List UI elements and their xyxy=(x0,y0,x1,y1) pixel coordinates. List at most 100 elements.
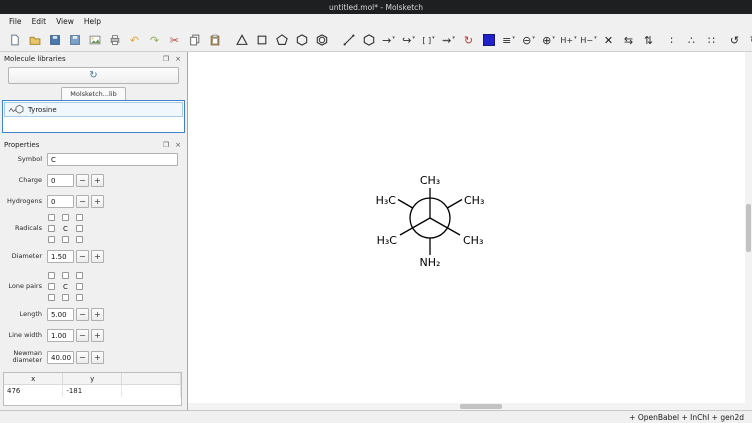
copy[interactable] xyxy=(186,32,203,49)
diameter-decrement-button[interactable]: − xyxy=(76,250,89,263)
atom-label-top[interactable]: CH₃ xyxy=(420,174,440,187)
lone-pairs-checkbox-sw[interactable] xyxy=(48,294,55,301)
lone-pairs-checkbox-nw[interactable] xyxy=(48,272,55,279)
charge-increment-button[interactable]: + xyxy=(91,174,104,187)
redo[interactable]: ↷ xyxy=(146,32,163,49)
molecule-library-list[interactable]: Tyrosine xyxy=(2,100,185,133)
lone-pair-tool[interactable]: ∶ xyxy=(663,32,680,49)
lone-pairs-checkbox-w[interactable] xyxy=(48,283,55,290)
coords-cell[interactable] xyxy=(122,385,181,398)
lone-pairs-checkbox-s[interactable] xyxy=(62,294,69,301)
atom-label-upper-left[interactable]: H₃C xyxy=(376,194,397,207)
length-decrement-button[interactable]: − xyxy=(76,308,89,321)
length-increment-button[interactable]: + xyxy=(91,308,104,321)
reaction-arrow-tool[interactable]: →▾ xyxy=(380,32,397,49)
radicals-checkbox-s[interactable] xyxy=(62,236,69,243)
save[interactable] xyxy=(46,32,63,49)
open-file[interactable] xyxy=(26,32,43,49)
atom-label-lower-right[interactable]: CH₃ xyxy=(463,234,483,247)
increase-charge[interactable]: ⊕▾ xyxy=(540,32,557,49)
line-width-increment-button[interactable]: + xyxy=(91,329,104,342)
library-tab[interactable]: Molsketch...lib xyxy=(61,87,126,100)
coords-cell[interactable]: -181 xyxy=(63,385,122,398)
undo[interactable]: ↶ xyxy=(126,32,143,49)
close-icon[interactable]: × xyxy=(173,140,183,150)
line-width-decrement-button[interactable]: − xyxy=(76,329,89,342)
cyclopentane-ring[interactable] xyxy=(273,32,290,49)
electron-pair-tool[interactable]: ∷ xyxy=(703,32,720,49)
cyclopropane-ring[interactable] xyxy=(233,32,250,49)
symbol-input[interactable] xyxy=(47,153,178,166)
horizontal-scrollbar-thumb[interactable] xyxy=(460,404,502,409)
coords-cell[interactable]: 476 xyxy=(4,385,63,398)
menu-help[interactable]: Help xyxy=(79,16,106,27)
color-picker[interactable] xyxy=(480,32,497,49)
radicals-checkbox-w[interactable] xyxy=(48,225,55,232)
lone-pairs-checkbox-n[interactable] xyxy=(62,272,69,279)
refresh-library-button[interactable]: ↻ xyxy=(8,67,179,84)
charge-value[interactable]: 0 xyxy=(47,174,74,187)
line-width-value[interactable]: 1.00 xyxy=(47,329,74,342)
newman-projection-molecule[interactable]: CH₃ H₃C CH₃ H₃C CH₃ NH₂ xyxy=(368,170,492,272)
radicals-checkbox-ne[interactable] xyxy=(76,214,83,221)
add-hydrogen[interactable]: H+▾ xyxy=(560,32,577,49)
rotate-counterclockwise[interactable]: ↺ xyxy=(726,32,743,49)
mechanism-arrow-tool[interactable]: ⇝▾ xyxy=(440,32,457,49)
reaction-cycle-tool[interactable]: ↻ xyxy=(460,32,477,49)
vertical-scrollbar-thumb[interactable] xyxy=(746,204,751,252)
radicals-checkbox-sw[interactable] xyxy=(48,236,55,243)
menu-view[interactable]: View xyxy=(51,16,79,27)
menu-edit[interactable]: Edit xyxy=(27,16,52,27)
atom-label-upper-right[interactable]: CH₃ xyxy=(464,194,484,207)
flip-vertical[interactable]: ⇅ xyxy=(640,32,657,49)
cyclohexane-ring[interactable] xyxy=(293,32,310,49)
radicals-checkbox-nw[interactable] xyxy=(48,214,55,221)
cyclobutane-ring[interactable] xyxy=(253,32,270,49)
remove-hydrogen[interactable]: H−▾ xyxy=(580,32,597,49)
radicals-checkbox-n[interactable] xyxy=(62,214,69,221)
lone-pairs-checkbox-se[interactable] xyxy=(76,294,83,301)
print[interactable] xyxy=(106,32,123,49)
newman-diameter-increment-button[interactable]: + xyxy=(91,351,104,364)
curved-arrow-tool[interactable]: ↪▾ xyxy=(400,32,417,49)
lone-pairs-checkbox-ne[interactable] xyxy=(76,272,83,279)
title-bar[interactable]: untitled.mol* - Molsketch xyxy=(0,0,752,14)
float-icon[interactable]: ❐ xyxy=(161,140,171,150)
decrease-charge[interactable]: ⊖▾ xyxy=(520,32,537,49)
benzene-ring[interactable] xyxy=(313,32,330,49)
hydrogens-decrement-button[interactable]: − xyxy=(76,195,89,208)
newman-diameter-value[interactable]: 40.00 xyxy=(47,351,74,364)
drawing-canvas[interactable]: CH₃ H₃C CH₃ H₃C CH₃ NH₂ xyxy=(188,52,752,410)
library-item-tyrosine[interactable]: Tyrosine xyxy=(4,102,183,117)
charge-decrement-button[interactable]: − xyxy=(76,174,89,187)
ring-tool[interactable] xyxy=(360,32,377,49)
delete-tool[interactable]: ✕ xyxy=(600,32,617,49)
bracket-frame-tool[interactable]: [ ]▾ xyxy=(420,32,437,49)
radicals-checkbox-se[interactable] xyxy=(76,236,83,243)
bond-type-tool[interactable]: ≡▾ xyxy=(500,32,517,49)
atom-label-lower-left[interactable]: H₃C xyxy=(377,234,398,247)
canvas-vertical-scrollbar[interactable] xyxy=(745,52,752,410)
newman-diameter-decrement-button[interactable]: − xyxy=(76,351,89,364)
diameter-increment-button[interactable]: + xyxy=(91,250,104,263)
radicals-checkbox-e[interactable] xyxy=(76,225,83,232)
draw-bond-tool[interactable] xyxy=(340,32,357,49)
radical-tool[interactable]: ∴ xyxy=(683,32,700,49)
save-as[interactable] xyxy=(66,32,83,49)
flip-horizontal[interactable]: ⇆ xyxy=(620,32,637,49)
new-document[interactable] xyxy=(6,32,23,49)
paste[interactable] xyxy=(206,32,223,49)
rotate-clockwise[interactable]: ↻ xyxy=(746,32,752,49)
canvas-horizontal-scrollbar[interactable] xyxy=(188,403,745,410)
hydrogens-value[interactable]: 0 xyxy=(47,195,74,208)
cut[interactable]: ✂ xyxy=(166,32,183,49)
diameter-value[interactable]: 1.50 xyxy=(47,250,74,263)
hydrogens-increment-button[interactable]: + xyxy=(91,195,104,208)
float-icon[interactable]: ❐ xyxy=(161,54,171,64)
close-icon[interactable]: × xyxy=(173,54,183,64)
atom-label-bottom[interactable]: NH₂ xyxy=(420,256,441,269)
lone-pairs-checkbox-e[interactable] xyxy=(76,283,83,290)
length-value[interactable]: 5.00 xyxy=(47,308,74,321)
export-image[interactable] xyxy=(86,32,103,49)
menu-file[interactable]: File xyxy=(4,16,27,27)
